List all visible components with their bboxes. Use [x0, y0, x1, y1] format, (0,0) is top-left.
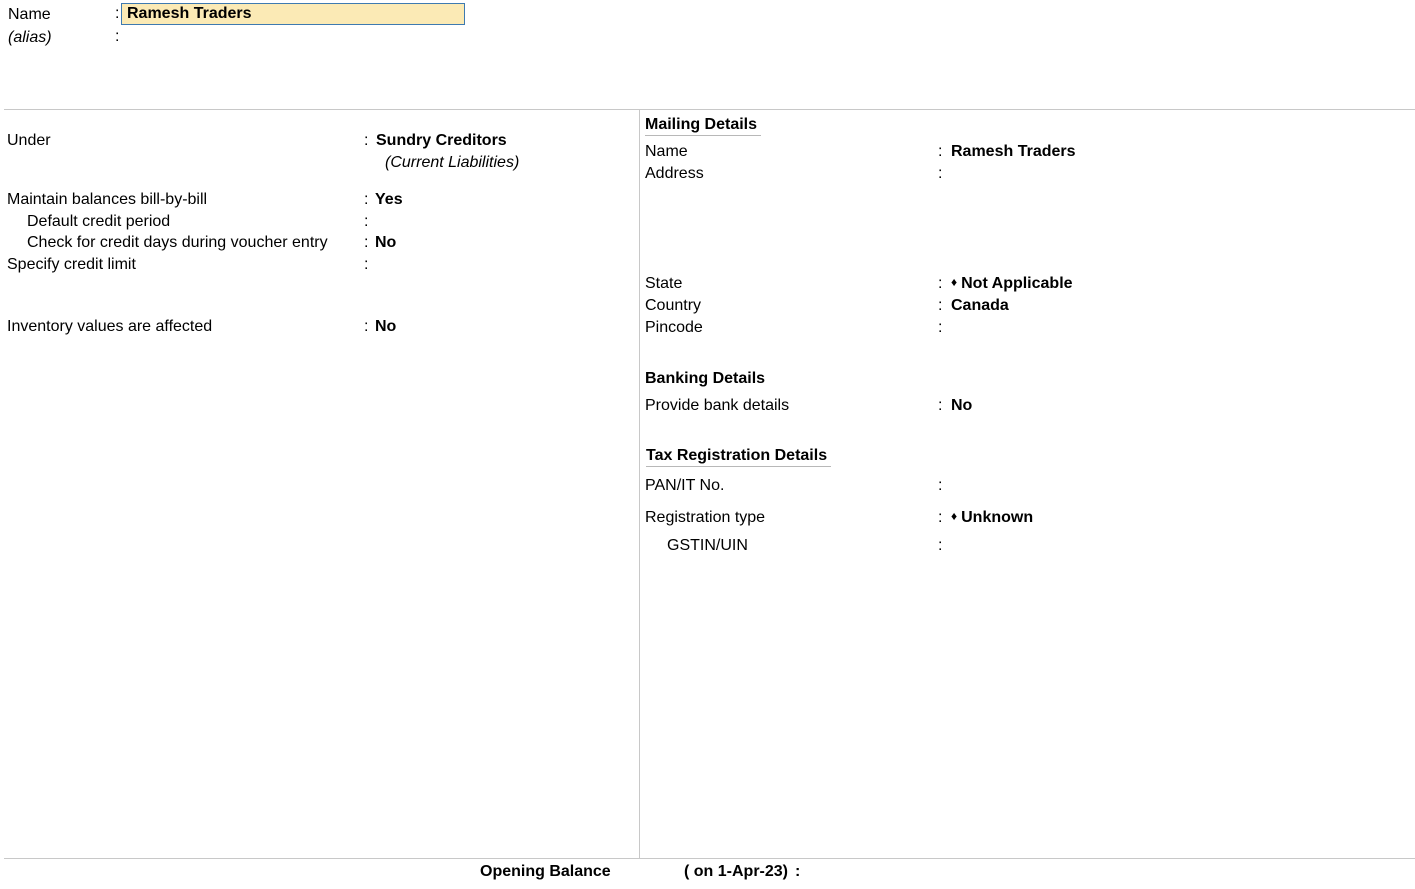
under-colon: :	[364, 132, 369, 149]
pan-colon: :	[938, 477, 943, 494]
registration-type-label: Registration type	[645, 509, 766, 526]
pincode-label: Pincode	[645, 319, 703, 336]
maintain-bill-colon: :	[364, 191, 369, 208]
opening-balance-field[interactable]	[810, 862, 1010, 882]
gstin-field[interactable]	[951, 537, 1151, 555]
under-label: Under	[7, 132, 51, 149]
diamond-icon: ♦	[951, 509, 958, 523]
state-colon: :	[938, 275, 943, 292]
under-value[interactable]: Sundry Creditors	[376, 132, 507, 150]
state-value-text: Not Applicable	[961, 275, 1073, 292]
address-label: Address	[645, 165, 704, 182]
address-colon: :	[938, 165, 943, 182]
banking-details-heading: Banking Details	[645, 370, 766, 387]
default-credit-colon: :	[364, 213, 369, 230]
registration-type-value[interactable]: ♦ Unknown	[951, 509, 1033, 527]
pincode-field[interactable]	[951, 319, 1151, 337]
ledger-name-input[interactable]	[121, 3, 465, 25]
credit-limit-field[interactable]	[375, 256, 575, 274]
mailing-name-value[interactable]: Ramesh Traders	[951, 143, 1076, 161]
country-value[interactable]: Canada	[951, 297, 1009, 315]
provide-bank-value[interactable]: No	[951, 397, 972, 415]
inventory-value[interactable]: No	[375, 318, 396, 336]
pan-field[interactable]	[951, 477, 1151, 495]
check-credit-value[interactable]: No	[375, 234, 396, 252]
alias-colon: :	[115, 28, 120, 45]
default-credit-field[interactable]	[375, 213, 575, 231]
pan-label: PAN/IT No.	[645, 477, 725, 494]
inventory-colon: :	[364, 318, 369, 335]
diamond-icon: ♦	[951, 275, 958, 289]
state-value[interactable]: ♦ Not Applicable	[951, 275, 1073, 293]
maintain-bill-label: Maintain balances bill-by-bill	[7, 191, 208, 208]
alias-label: (alias)	[8, 29, 52, 46]
tax-registration-heading: Tax Registration Details	[646, 447, 832, 467]
mailing-name-colon: :	[938, 143, 943, 160]
name-label: Name	[8, 6, 51, 23]
check-credit-label: Check for credit days during voucher ent…	[27, 234, 328, 251]
country-label: Country	[645, 297, 702, 314]
mailing-details-heading: Mailing Details	[645, 116, 762, 136]
default-credit-label: Default credit period	[27, 213, 171, 230]
provide-bank-label: Provide bank details	[645, 397, 790, 414]
name-colon: :	[115, 5, 120, 22]
opening-balance-colon: :	[795, 863, 801, 880]
pincode-colon: :	[938, 319, 943, 336]
credit-limit-colon: :	[364, 256, 369, 273]
column-divider	[639, 110, 640, 858]
registration-type-colon: :	[938, 509, 943, 526]
bottom-divider	[4, 858, 1415, 859]
credit-limit-label: Specify credit limit	[7, 256, 136, 273]
under-parent-group: (Current Liabilities)	[385, 154, 520, 171]
check-credit-colon: :	[364, 234, 369, 251]
country-colon: :	[938, 297, 943, 314]
top-divider	[4, 109, 1415, 110]
opening-balance-label: Opening Balance	[480, 863, 611, 880]
gstin-label: GSTIN/UIN	[667, 537, 748, 554]
opening-balance-date: ( on 1-Apr-23)	[684, 863, 788, 880]
address-field[interactable]	[951, 165, 1251, 183]
inventory-label: Inventory values are affected	[7, 318, 213, 335]
state-label: State	[645, 275, 683, 292]
registration-type-text: Unknown	[961, 509, 1034, 526]
alias-field[interactable]	[125, 28, 455, 48]
gstin-colon: :	[938, 537, 943, 554]
mailing-name-label: Name	[645, 143, 688, 160]
maintain-bill-value[interactable]: Yes	[375, 191, 403, 209]
provide-bank-colon: :	[938, 397, 943, 414]
